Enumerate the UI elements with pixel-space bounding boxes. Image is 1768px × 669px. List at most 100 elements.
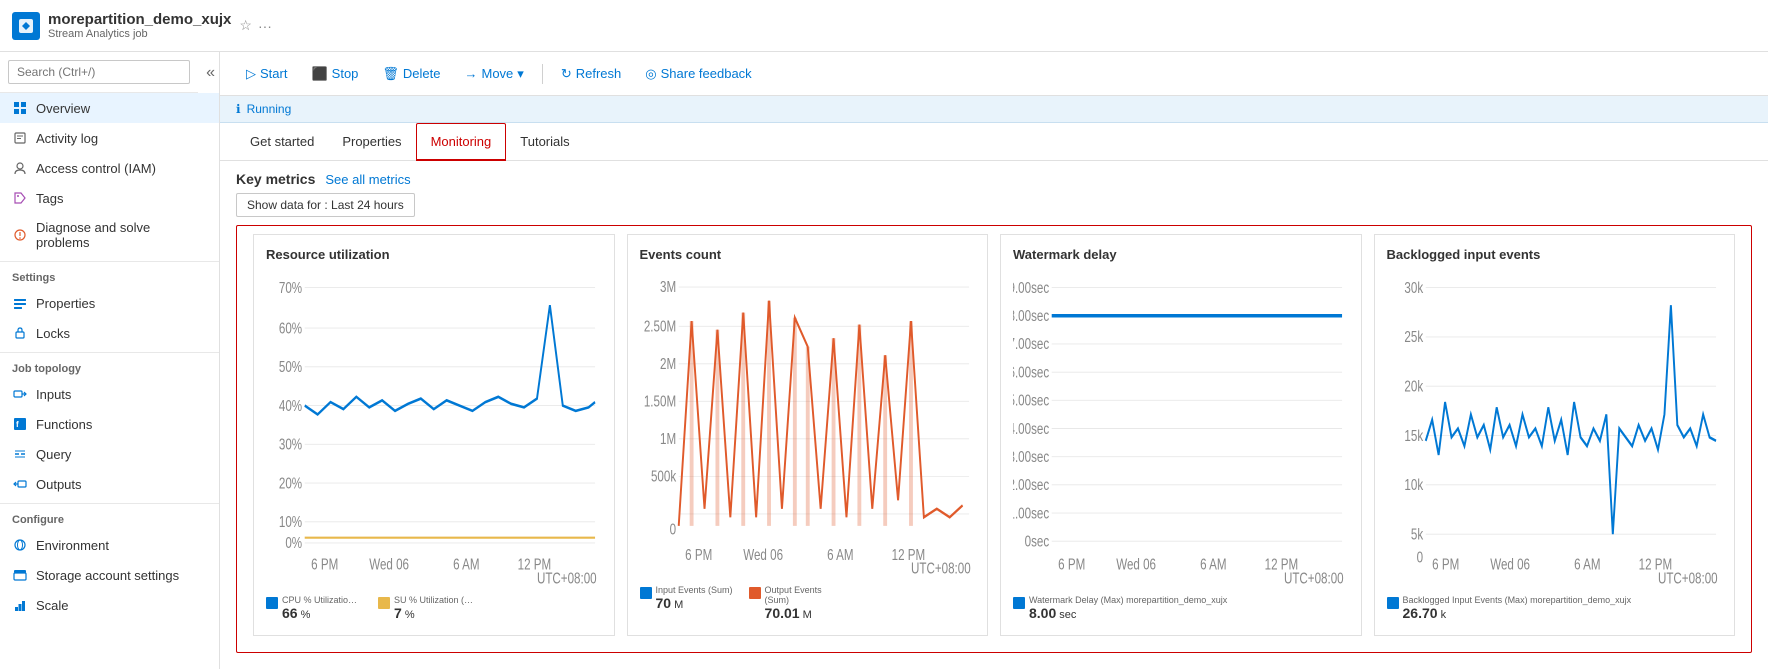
sidebar-item-iam-label: Access control (IAM) — [36, 161, 156, 176]
more-icon[interactable]: ··· — [258, 18, 272, 34]
title-actions: ☆ ··· — [239, 17, 272, 34]
sidebar-item-diagnose-label: Diagnose and solve problems — [36, 220, 207, 250]
charts-container: Resource utilization 70% 6 — [236, 225, 1752, 653]
svg-text:Wed 06: Wed 06 — [1116, 555, 1156, 573]
resource-utilization-chart: Resource utilization 70% 6 — [253, 234, 615, 636]
chart-title-resource: Resource utilization — [266, 247, 602, 262]
svg-text:0%: 0% — [285, 533, 302, 551]
sidebar-item-environment[interactable]: Environment — [0, 530, 219, 560]
chart-title-events: Events count — [640, 247, 976, 262]
move-icon: → — [465, 66, 478, 81]
stop-icon: ⬛ — [311, 66, 327, 82]
sidebar-item-storage-label: Storage account settings — [36, 568, 179, 583]
svg-text:Wed 06: Wed 06 — [369, 555, 409, 573]
svg-text:500k: 500k — [650, 468, 675, 485]
show-data-button[interactable]: Show data for : Last 24 hours — [236, 193, 415, 217]
chart-title-watermark: Watermark delay — [1013, 247, 1349, 262]
move-button[interactable]: → Move ▾ — [455, 61, 534, 87]
sidebar-item-outputs[interactable]: Outputs — [0, 469, 219, 499]
configure-section-label: Configure — [0, 503, 219, 530]
inputs-icon — [12, 386, 28, 402]
sidebar-item-diagnose[interactable]: Diagnose and solve problems — [0, 213, 219, 257]
sidebar-item-functions[interactable]: f Functions — [0, 409, 219, 439]
start-button[interactable]: ▷ Start — [236, 61, 297, 87]
settings-section-label: Settings — [0, 261, 219, 288]
app-title: morepartition_demo_xujx — [48, 11, 231, 28]
search-input[interactable] — [8, 60, 190, 84]
chart-area-resource: 70% 60% 50% 40% 30% 20% 10% 0% 6 PM — [266, 270, 602, 587]
svg-text:Wed 06: Wed 06 — [743, 546, 783, 563]
start-icon: ▷ — [246, 66, 256, 82]
chart-legend-backlogged: Backlogged Input Events (Max) morepartit… — [1387, 595, 1723, 623]
tags-icon — [12, 190, 28, 206]
svg-text:6.00sec: 6.00sec — [1013, 363, 1049, 381]
chart-title-backlogged: Backlogged input events — [1387, 247, 1723, 262]
svg-text:1M: 1M — [659, 430, 675, 447]
svg-text:6 AM: 6 AM — [453, 555, 479, 573]
svg-text:50%: 50% — [279, 357, 302, 375]
svg-text:6 PM: 6 PM — [1432, 555, 1459, 573]
svg-text:3.00sec: 3.00sec — [1013, 447, 1049, 465]
sidebar-collapse-button[interactable]: « — [202, 60, 219, 86]
sidebar-item-environment-label: Environment — [36, 538, 109, 553]
tab-properties[interactable]: Properties — [328, 124, 415, 161]
functions-icon: f — [12, 416, 28, 432]
tab-tutorials[interactable]: Tutorials — [506, 124, 583, 161]
see-all-metrics-link[interactable]: See all metrics — [325, 172, 410, 187]
outputs-icon — [12, 476, 28, 492]
sidebar-item-activity-log-label: Activity log — [36, 131, 98, 146]
sidebar-item-locks[interactable]: Locks — [0, 318, 219, 348]
svg-text:6 PM: 6 PM — [311, 555, 338, 573]
svg-text:0: 0 — [669, 521, 676, 538]
sidebar-item-overview[interactable]: Overview — [0, 93, 219, 123]
sidebar-item-overview-label: Overview — [36, 101, 90, 116]
svg-text:9.00sec: 9.00sec — [1013, 278, 1049, 296]
sidebar-item-inputs[interactable]: Inputs — [0, 379, 219, 409]
sidebar-search-row: « — [0, 52, 219, 93]
move-chevron-icon: ▾ — [517, 66, 524, 82]
sidebar-item-storage-account-settings[interactable]: Storage account settings — [0, 560, 219, 590]
svg-text:8.00sec: 8.00sec — [1013, 306, 1049, 324]
key-metrics-title: Key metrics — [236, 171, 315, 187]
chart-area-watermark: 9.00sec 8.00sec 7.00sec 6.00sec 5.00sec … — [1013, 270, 1349, 587]
svg-text:10k: 10k — [1404, 475, 1423, 493]
share-feedback-button[interactable]: ◎ Share feedback — [635, 61, 761, 87]
svg-text:UTC+08:00: UTC+08:00 — [1284, 569, 1344, 587]
status-text: Running — [247, 102, 292, 116]
toolbar-separator — [542, 64, 543, 84]
status-icon: ℹ — [236, 102, 241, 116]
svg-text:UTC+08:00: UTC+08:00 — [1657, 569, 1717, 587]
toolbar: ▷ Start ⬛ Stop 🗑 Delete → Move ▾ ↻ Refre… — [220, 52, 1768, 96]
tab-monitoring[interactable]: Monitoring — [416, 123, 507, 161]
svg-text:2.00sec: 2.00sec — [1013, 475, 1049, 493]
svg-text:7.00sec: 7.00sec — [1013, 334, 1049, 352]
refresh-button[interactable]: ↻ Refresh — [551, 61, 631, 87]
sidebar-item-query[interactable]: Query — [0, 439, 219, 469]
stop-button[interactable]: ⬛ Stop — [301, 61, 368, 87]
chart-legend-resource: CPU % Utilization (P... morepartition_de… — [266, 595, 602, 623]
svg-text:40%: 40% — [279, 396, 302, 414]
svg-text:4.00sec: 4.00sec — [1013, 419, 1049, 437]
svg-text:25k: 25k — [1404, 327, 1423, 345]
svg-text:1.00sec: 1.00sec — [1013, 503, 1049, 521]
svg-text:6 AM: 6 AM — [1574, 555, 1600, 573]
scale-icon — [12, 597, 28, 613]
sidebar-item-scale[interactable]: Scale — [0, 590, 219, 620]
favorite-icon[interactable]: ☆ — [239, 17, 252, 34]
svg-text:Wed 06: Wed 06 — [1490, 555, 1530, 573]
sidebar-item-access-control[interactable]: Access control (IAM) — [0, 153, 219, 183]
locks-icon — [12, 325, 28, 341]
svg-text:70%: 70% — [279, 278, 302, 296]
svg-text:2M: 2M — [659, 355, 675, 372]
backlogged-events-chart: Backlogged input events 30k 25k 20k 15k … — [1374, 234, 1736, 636]
app-subtitle: Stream Analytics job — [48, 28, 231, 40]
sidebar-item-tags[interactable]: Tags — [0, 183, 219, 213]
svg-text:6 PM: 6 PM — [685, 546, 712, 563]
delete-button[interactable]: 🗑 Delete — [372, 61, 450, 87]
sidebar-item-properties[interactable]: Properties — [0, 288, 219, 318]
tab-get-started[interactable]: Get started — [236, 124, 328, 161]
status-bar: ℹ Running — [220, 96, 1768, 123]
sidebar-item-activity-log[interactable]: Activity log — [0, 123, 219, 153]
sidebar-item-properties-label: Properties — [36, 296, 95, 311]
svg-text:6 AM: 6 AM — [1200, 555, 1226, 573]
